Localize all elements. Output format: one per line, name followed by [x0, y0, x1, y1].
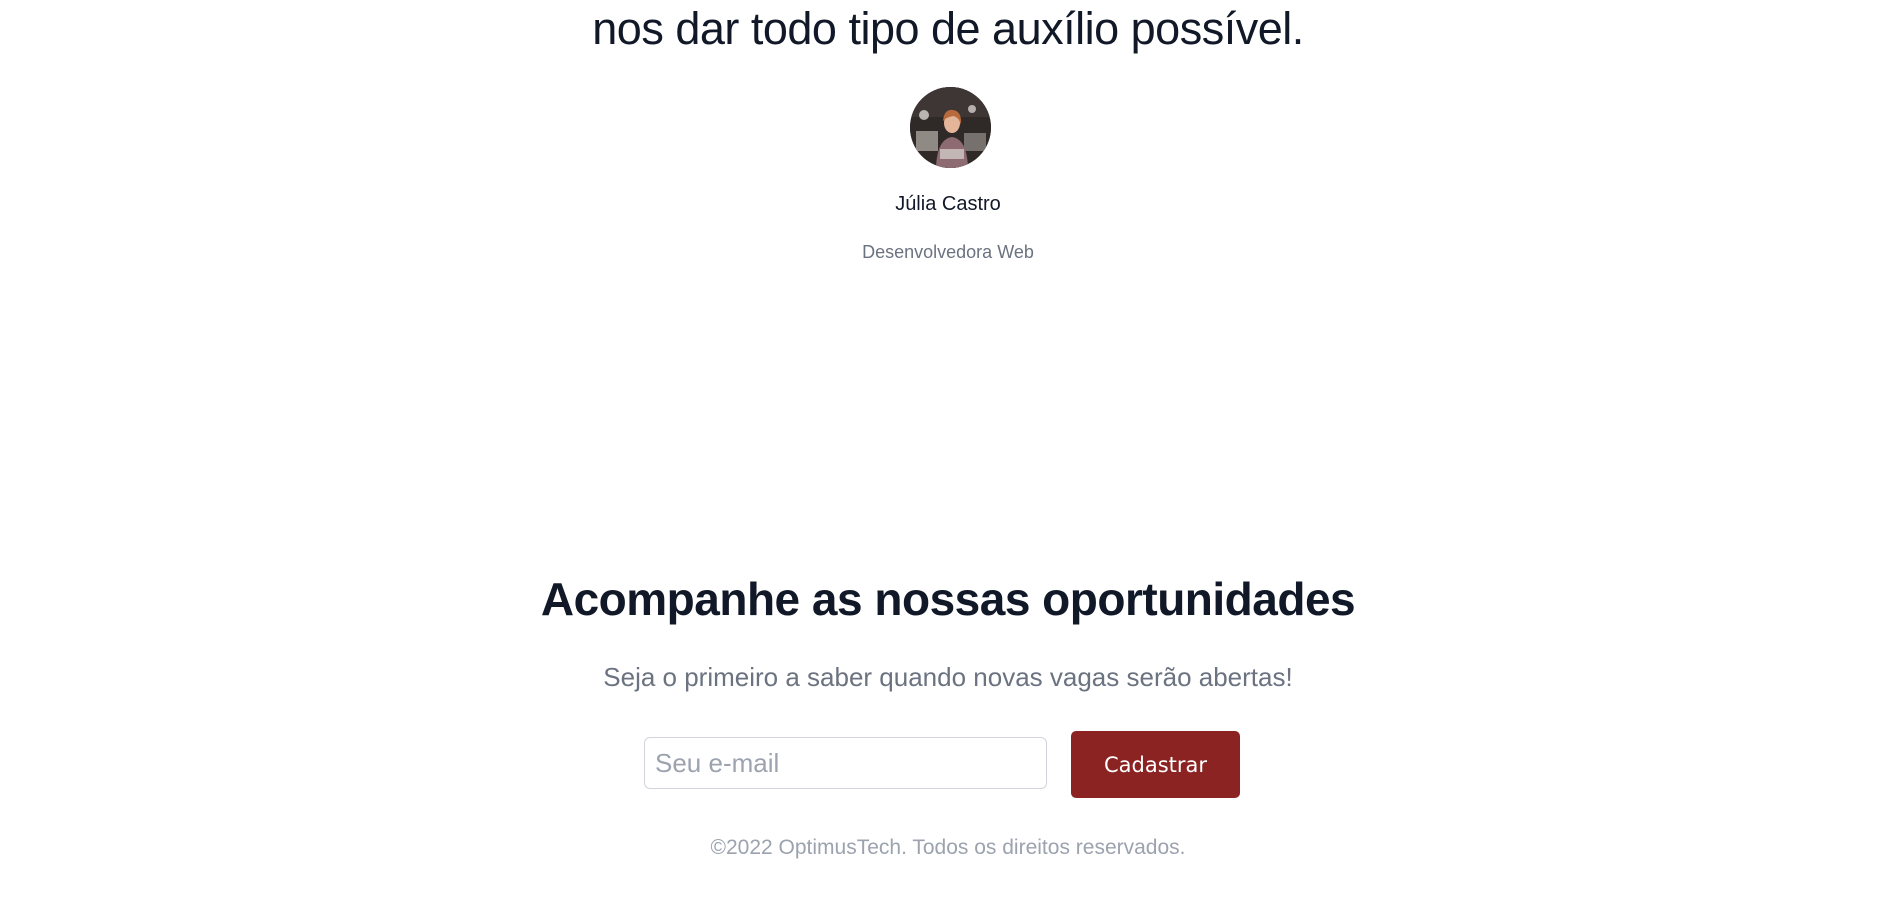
avatar-photo-icon [910, 87, 991, 168]
avatar [910, 87, 991, 168]
footer-copyright: ©2022 OptimusTech. Todos os direitos res… [710, 836, 1186, 859]
subscribe-button[interactable]: Cadastrar [1071, 731, 1240, 798]
author-name: Júlia Castro [895, 193, 1001, 215]
page: nos dar todo tipo de auxílio possível. J… [0, 0, 1896, 915]
testimonial-quote-text: nos dar todo tipo de auxílio possível. [592, 3, 1304, 54]
author-role: Desenvolvedora Web [862, 242, 1034, 262]
email-input[interactable] [644, 737, 1047, 789]
newsletter-subtitle: Seja o primeiro a saber quando novas vag… [603, 662, 1293, 692]
newsletter-title: Acompanhe as nossas oportunidades [540, 573, 1356, 625]
